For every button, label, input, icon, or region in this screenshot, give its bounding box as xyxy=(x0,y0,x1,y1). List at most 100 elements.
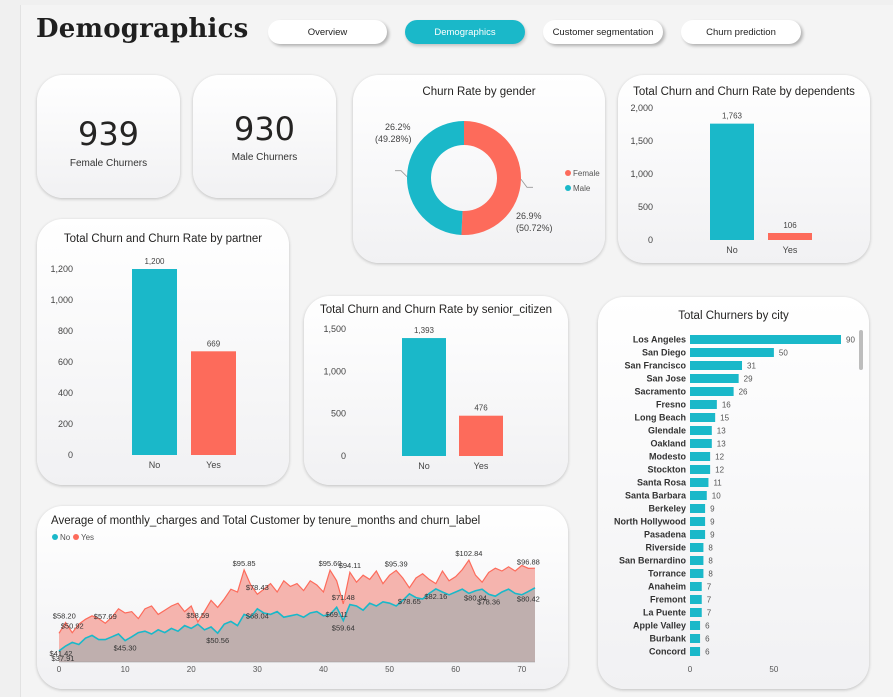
slice-label: 26.9% xyxy=(516,211,542,221)
nav-churn-prediction-button[interactable]: Churn prediction xyxy=(681,20,801,44)
legend-marker-female xyxy=(565,170,571,176)
city-label: San Bernardino xyxy=(619,556,687,566)
slice-sublabel: (50.72%) xyxy=(516,223,553,233)
nav-demographics-button[interactable]: Demographics xyxy=(405,20,525,44)
city-bar xyxy=(690,387,734,396)
y-tick-label: 1,000 xyxy=(630,169,653,179)
city-value-label: 7 xyxy=(707,583,712,592)
x-tick-label: 70 xyxy=(517,665,526,674)
dependents-bar-chart: 0 500 1,000 1,500 2,000 1,763 No 106 Yes xyxy=(630,103,812,255)
city-label: Los Angeles xyxy=(633,335,686,345)
city-chart-scrollbar[interactable] xyxy=(859,330,863,370)
city-value-label: 6 xyxy=(705,635,710,644)
data-label: $78.65 xyxy=(398,597,421,606)
bar-value-label: 106 xyxy=(783,221,797,230)
data-label: $59.64 xyxy=(332,624,355,633)
city-value-label: 16 xyxy=(722,401,731,410)
city-value-label: 9 xyxy=(710,505,715,514)
y-tick-label: 1,000 xyxy=(50,295,73,305)
city-label: Riverside xyxy=(645,543,686,553)
bar-yes xyxy=(191,351,236,455)
data-label: $50.92 xyxy=(61,622,84,631)
y-tick-label: 400 xyxy=(58,388,73,398)
legend-marker-no xyxy=(52,534,58,540)
legend-marker-male xyxy=(565,185,571,191)
city-bar xyxy=(690,361,743,370)
x-tick-label: 30 xyxy=(253,665,262,674)
data-label: $80.42 xyxy=(517,594,540,603)
monthly-charges-by-tenure-card[interactable]: Average of monthly_charges and Total Cus… xyxy=(37,506,568,689)
gender-donut-chart: 26.9% (50.72%) 26.2% (49.28%) Female Male xyxy=(375,121,600,235)
city-label: Long Beach xyxy=(634,413,686,423)
y-tick-label: 0 xyxy=(68,450,73,460)
city-value-label: 7 xyxy=(707,596,712,605)
data-label: $58.59 xyxy=(186,611,209,620)
churn-by-partner-card[interactable]: Total Churn and Churn Rate by partner 02… xyxy=(37,219,289,485)
x-tick-label: No xyxy=(418,461,430,471)
data-label: $95.39 xyxy=(385,559,408,568)
data-label: $94.11 xyxy=(339,561,361,570)
x-tick-label: 10 xyxy=(121,665,130,674)
female-churners-card[interactable]: 939 Female Churners xyxy=(37,75,180,198)
leader-line xyxy=(520,179,533,188)
city-bar xyxy=(690,517,706,526)
bar-no xyxy=(710,123,754,240)
male-churners-value: 930 xyxy=(233,110,296,148)
churners-by-city-card[interactable]: Total Churners by city Los Angeles 90 San … xyxy=(598,297,869,689)
leader-line xyxy=(395,170,408,177)
city-bar xyxy=(690,413,716,422)
y-tick-label: 2,000 xyxy=(630,103,653,113)
city-label: Stockton xyxy=(647,465,686,475)
x-tick-label: 50 xyxy=(385,665,394,674)
city-bar-chart: Los Angeles 90San Diego 50San Francisco 31S… xyxy=(614,335,855,675)
city-bar xyxy=(690,556,704,565)
legend-label-male: Male xyxy=(573,184,591,193)
city-value-label: 26 xyxy=(739,388,748,397)
city-bar xyxy=(690,400,717,409)
data-label: $50.56 xyxy=(206,636,229,645)
city-label: Santa Barbara xyxy=(625,491,687,501)
city-bar xyxy=(690,478,709,487)
x-tick-label: 0 xyxy=(688,665,693,674)
bar-value-label: 669 xyxy=(207,339,221,348)
city-bar xyxy=(690,530,706,539)
city-label: Berkeley xyxy=(648,504,686,514)
y-tick-label: 600 xyxy=(58,357,73,367)
donut-slice-male xyxy=(406,121,464,235)
data-label: $45.30 xyxy=(114,644,137,653)
male-churners-card[interactable]: 930 Male Churners xyxy=(193,75,336,198)
city-bar xyxy=(690,504,706,513)
city-label: Anaheim xyxy=(648,582,686,592)
city-value-label: 8 xyxy=(708,570,713,579)
city-bar xyxy=(690,491,707,500)
bar-value-label: 476 xyxy=(474,404,488,413)
city-bar xyxy=(690,582,702,591)
city-label: Fresno xyxy=(656,400,687,410)
y-tick-label: 1,200 xyxy=(50,264,73,274)
donut-slice-female xyxy=(461,121,521,235)
churn-by-dependents-card[interactable]: Total Churn and Churn Rate by dependents… xyxy=(618,75,870,263)
churn-by-gender-card[interactable]: Churn Rate by gender 26.9% (50.72%) 26.2%(… xyxy=(353,75,605,263)
female-churners-label: Female Churners xyxy=(69,158,148,169)
data-label: $95.85 xyxy=(233,559,256,568)
city-label: Concord xyxy=(649,647,686,657)
data-label: $69.11 xyxy=(325,610,347,619)
data-label: $102.84 xyxy=(455,549,482,558)
city-value-label: 9 xyxy=(710,518,715,527)
city-label: Sacramento xyxy=(634,387,686,397)
city-bar xyxy=(690,348,774,357)
city-value-label: 8 xyxy=(708,544,713,553)
x-tick-label: Yes xyxy=(783,245,798,255)
city-value-label: 31 xyxy=(747,362,756,371)
x-tick-label: Yes xyxy=(474,461,489,471)
y-tick-label: 1,000 xyxy=(323,366,346,376)
nav-overview-button[interactable]: Overview xyxy=(268,20,387,44)
city-bar xyxy=(690,543,704,552)
nav-customer-segmentation-button[interactable]: Customer segmentation xyxy=(543,20,663,44)
city-value-label: 9 xyxy=(710,531,715,540)
churn-by-senior-citizen-card[interactable]: Total Churn and Churn Rate by senior_cit… xyxy=(304,296,568,485)
city-value-label: 12 xyxy=(715,453,724,462)
city-value-label: 13 xyxy=(717,427,726,436)
bar-no xyxy=(402,338,446,456)
city-value-label: 6 xyxy=(705,622,710,631)
